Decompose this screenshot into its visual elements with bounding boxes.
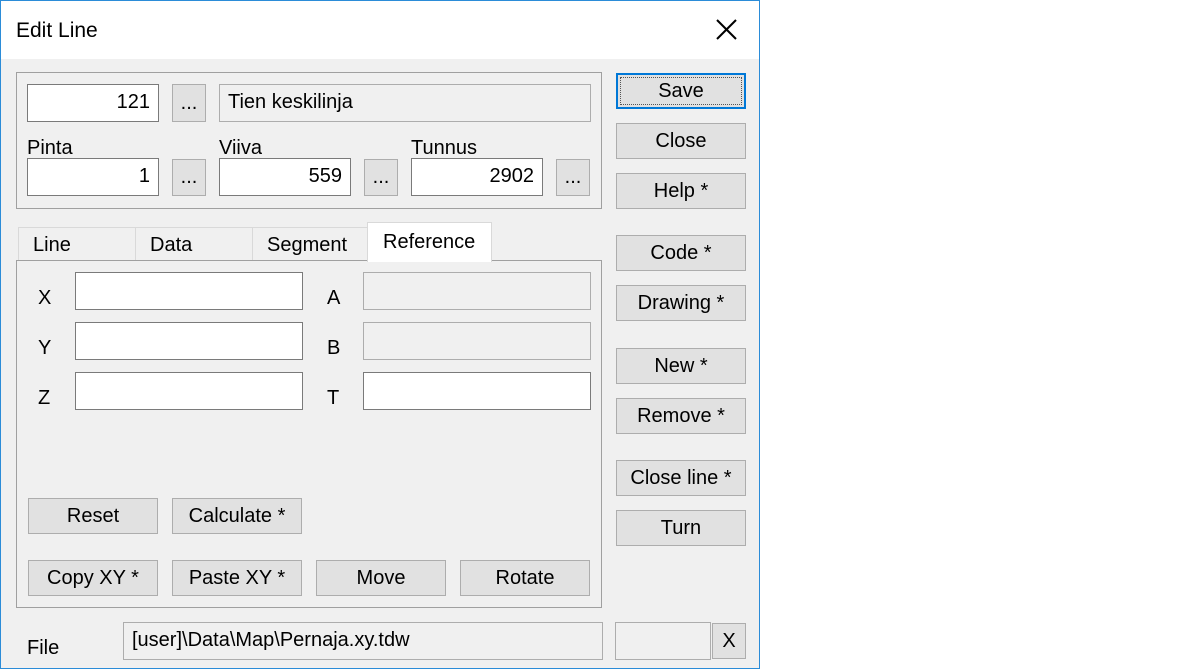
y-label: Y [38, 337, 52, 359]
move-button[interactable]: Move [316, 560, 446, 596]
new-button[interactable]: New * [616, 348, 746, 384]
close-icon [716, 19, 737, 40]
tunnus-label: Tunnus [411, 137, 477, 159]
edit-line-dialog: Edit Line 121 ... Tien keskilinja Pinta … [0, 0, 760, 669]
close-line-button[interactable]: Close line * [616, 460, 746, 496]
pinta-label: Pinta [27, 137, 73, 159]
file-clear-button[interactable]: X [712, 623, 746, 659]
x-field[interactable] [75, 272, 303, 310]
x-label: X [38, 287, 52, 309]
drawing-button[interactable]: Drawing * [616, 285, 746, 321]
window-title: Edit Line [16, 19, 98, 42]
reset-button[interactable]: Reset [28, 498, 158, 534]
turn-button[interactable]: Turn [616, 510, 746, 546]
close-window-button[interactable] [707, 13, 745, 47]
pinta-browse-button[interactable]: ... [172, 159, 206, 196]
file-path-field[interactable]: [user]\Data\Map\Pernaja.xy.tdw [123, 622, 603, 660]
tunnus-field[interactable]: 2902 [411, 158, 543, 196]
file-label: File [27, 637, 60, 659]
tab-segment[interactable]: Segment [252, 227, 370, 261]
viiva-field[interactable]: 559 [219, 158, 351, 196]
help-button[interactable]: Help * [616, 173, 746, 209]
line-id-browse-button[interactable]: ... [172, 84, 206, 122]
b-label: B [327, 337, 341, 359]
remove-button[interactable]: Remove * [616, 398, 746, 434]
a-field[interactable] [363, 272, 591, 310]
code-button[interactable]: Code * [616, 235, 746, 271]
paste-xy-button[interactable]: Paste XY * [172, 560, 302, 596]
z-field[interactable] [75, 372, 303, 410]
tab-line[interactable]: Line [18, 227, 136, 261]
copy-xy-button[interactable]: Copy XY * [28, 560, 158, 596]
y-field[interactable] [75, 322, 303, 360]
pinta-field[interactable]: 1 [27, 158, 159, 196]
save-button[interactable]: Save [616, 73, 746, 109]
z-label: Z [38, 387, 51, 409]
line-description-field[interactable]: Tien keskilinja [219, 84, 591, 122]
close-button[interactable]: Close [616, 123, 746, 159]
file-extra-field[interactable] [615, 622, 711, 660]
viiva-label: Viiva [219, 137, 262, 159]
line-id-field[interactable]: 121 [27, 84, 159, 122]
b-field[interactable] [363, 322, 591, 360]
viiva-browse-button[interactable]: ... [364, 159, 398, 196]
rotate-button[interactable]: Rotate [460, 560, 590, 596]
reference-tab-panel [16, 260, 602, 608]
a-label: A [327, 287, 341, 309]
tab-reference[interactable]: Reference [367, 222, 492, 262]
t-label: T [327, 387, 340, 409]
tunnus-browse-button[interactable]: ... [556, 159, 590, 196]
calculate-button[interactable]: Calculate * [172, 498, 302, 534]
tab-data[interactable]: Data [135, 227, 253, 261]
t-field[interactable] [363, 372, 591, 410]
title-bar: Edit Line [1, 1, 759, 59]
